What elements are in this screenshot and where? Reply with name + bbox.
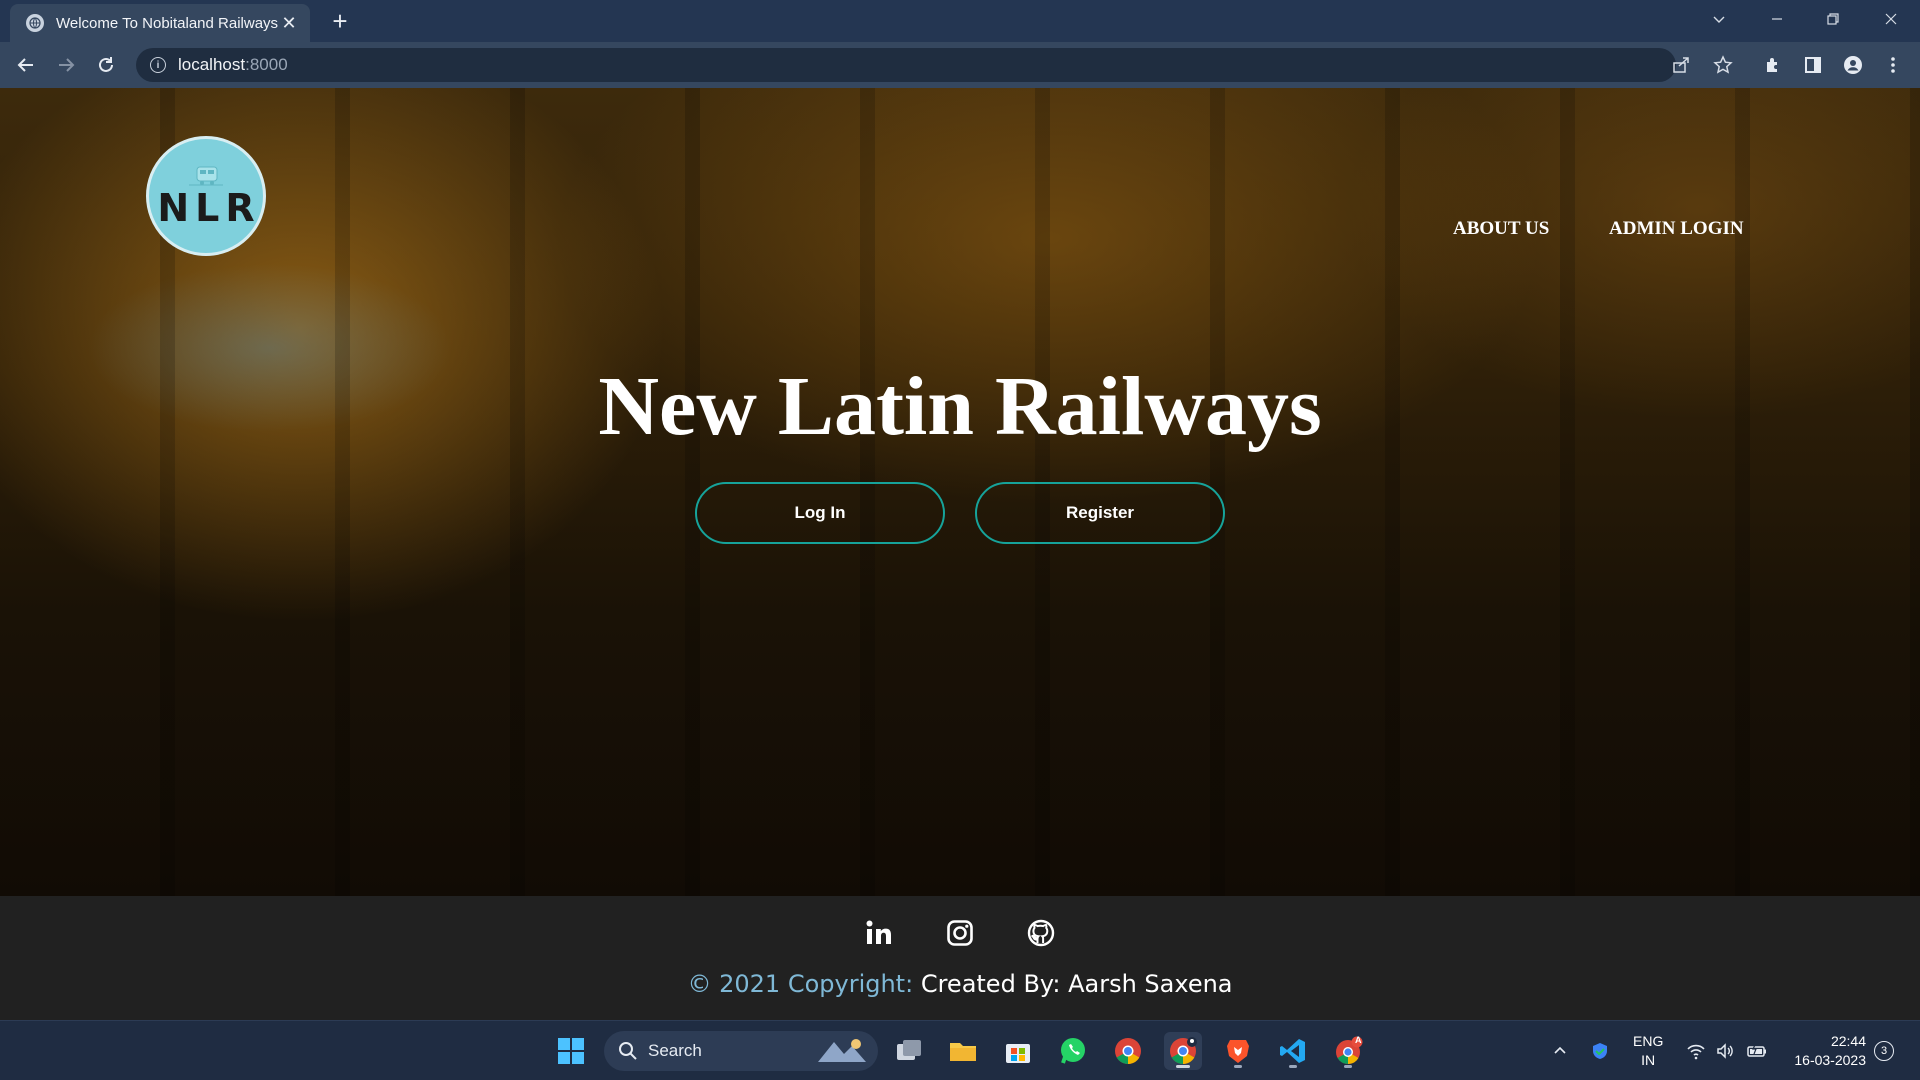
notification-center[interactable]: 3 <box>1874 1021 1894 1080</box>
running-indicator <box>1289 1065 1297 1068</box>
running-indicator <box>1234 1065 1242 1068</box>
search-highlight-icon <box>818 1039 866 1062</box>
instagram-icon[interactable] <box>945 918 975 948</box>
windows-start-icon[interactable] <box>552 1032 590 1070</box>
hero-background <box>0 88 1920 896</box>
github-icon[interactable] <box>1026 918 1056 948</box>
copyright-text: © 2021 Copyright: Created By: Aarsh Saxe… <box>0 970 1920 998</box>
browser-toolbar: i localhost:8000 <box>0 42 1920 88</box>
chrome-icon[interactable] <box>1109 1032 1147 1070</box>
address-bar[interactable]: i localhost:8000 <box>136 48 1676 82</box>
url-host: localhost <box>178 55 246 74</box>
minimize-icon[interactable] <box>1752 0 1802 38</box>
nav-admin-login[interactable]: ADMIN LOGIN <box>1609 218 1744 240</box>
language-bottom: IN <box>1641 1052 1656 1068</box>
reload-icon[interactable] <box>92 51 120 79</box>
url-port: :8000 <box>245 55 288 74</box>
clock-date: 16-03-2023 <box>1794 1052 1866 1068</box>
profile-icon[interactable] <box>1842 54 1864 76</box>
chrome-badge-letter: A <box>1355 1035 1362 1045</box>
active-indicator <box>1176 1065 1190 1068</box>
extensions-icon[interactable] <box>1762 54 1784 76</box>
menu-kebab-icon[interactable] <box>1882 54 1904 76</box>
bookmark-star-icon[interactable] <box>1712 54 1734 76</box>
wifi-icon[interactable] <box>1686 1021 1706 1080</box>
train-icon <box>189 166 223 186</box>
chrome-profile-icon[interactable] <box>1164 1032 1202 1070</box>
volume-icon[interactable] <box>1715 1021 1735 1080</box>
browser-tabbar: Welcome To Nobitaland Railways ✕ + <box>0 0 1920 42</box>
file-explorer-icon[interactable] <box>944 1032 982 1070</box>
globe-icon <box>26 14 44 32</box>
task-view-icon[interactable] <box>890 1032 928 1070</box>
close-window-icon[interactable] <box>1866 0 1916 38</box>
vscode-icon[interactable] <box>1274 1032 1312 1070</box>
share-icon[interactable] <box>1670 54 1692 76</box>
login-button[interactable]: Log In <box>695 482 945 544</box>
os-taskbar: Search A ENG IN 22:44 16-03-2023 3 <box>0 1020 1920 1080</box>
copyright-author[interactable]: Created By: Aarsh Saxena <box>921 970 1233 998</box>
whatsapp-icon[interactable] <box>1054 1032 1092 1070</box>
register-button[interactable]: Register <box>975 482 1225 544</box>
page-viewport: NLR ABOUT US ADMIN LOGIN New Latin Railw… <box>0 88 1920 896</box>
tab-search-chevron-icon[interactable] <box>1694 0 1744 38</box>
linkedin-icon[interactable] <box>864 918 894 948</box>
tray-overflow-chevron-icon[interactable] <box>1552 1021 1568 1080</box>
battery-icon[interactable] <box>1746 1021 1768 1080</box>
clock[interactable]: 22:44 16-03-2023 <box>1786 1021 1866 1080</box>
new-tab-button[interactable]: + <box>326 8 354 36</box>
defender-shield-icon[interactable] <box>1590 1021 1610 1080</box>
language-top: ENG <box>1633 1033 1664 1049</box>
language-indicator[interactable]: ENG IN <box>1633 1021 1663 1080</box>
logo-text: NLR <box>157 186 261 230</box>
search-icon <box>619 1042 637 1060</box>
taskbar-search[interactable]: Search <box>604 1031 878 1071</box>
site-footer: © 2021 Copyright: Created By: Aarsh Saxe… <box>0 896 1920 1020</box>
forward-arrow-icon[interactable] <box>52 51 80 79</box>
microsoft-store-icon[interactable] <box>999 1032 1037 1070</box>
chrome-user-a-icon[interactable]: A <box>1329 1032 1367 1070</box>
close-tab-icon[interactable]: ✕ <box>278 13 300 34</box>
site-info-icon[interactable]: i <box>150 57 166 73</box>
site-logo[interactable]: NLR <box>146 136 266 256</box>
brave-icon[interactable] <box>1219 1032 1257 1070</box>
restore-icon[interactable] <box>1808 0 1858 38</box>
clock-time: 22:44 <box>1830 1033 1866 1049</box>
running-indicator <box>1344 1065 1352 1068</box>
page-title: New Latin Railways <box>598 360 1322 453</box>
nav-about-us[interactable]: ABOUT US <box>1453 218 1549 240</box>
copyright-prefix: © 2021 Copyright: <box>687 970 914 998</box>
notification-count: 3 <box>1874 1041 1894 1061</box>
back-arrow-icon[interactable] <box>12 51 40 79</box>
side-panel-icon[interactable] <box>1802 54 1824 76</box>
tab-title: Welcome To Nobitaland Railways <box>56 14 278 32</box>
browser-tab[interactable]: Welcome To Nobitaland Railways ✕ <box>10 4 310 42</box>
taskbar-search-label: Search <box>648 1041 702 1060</box>
